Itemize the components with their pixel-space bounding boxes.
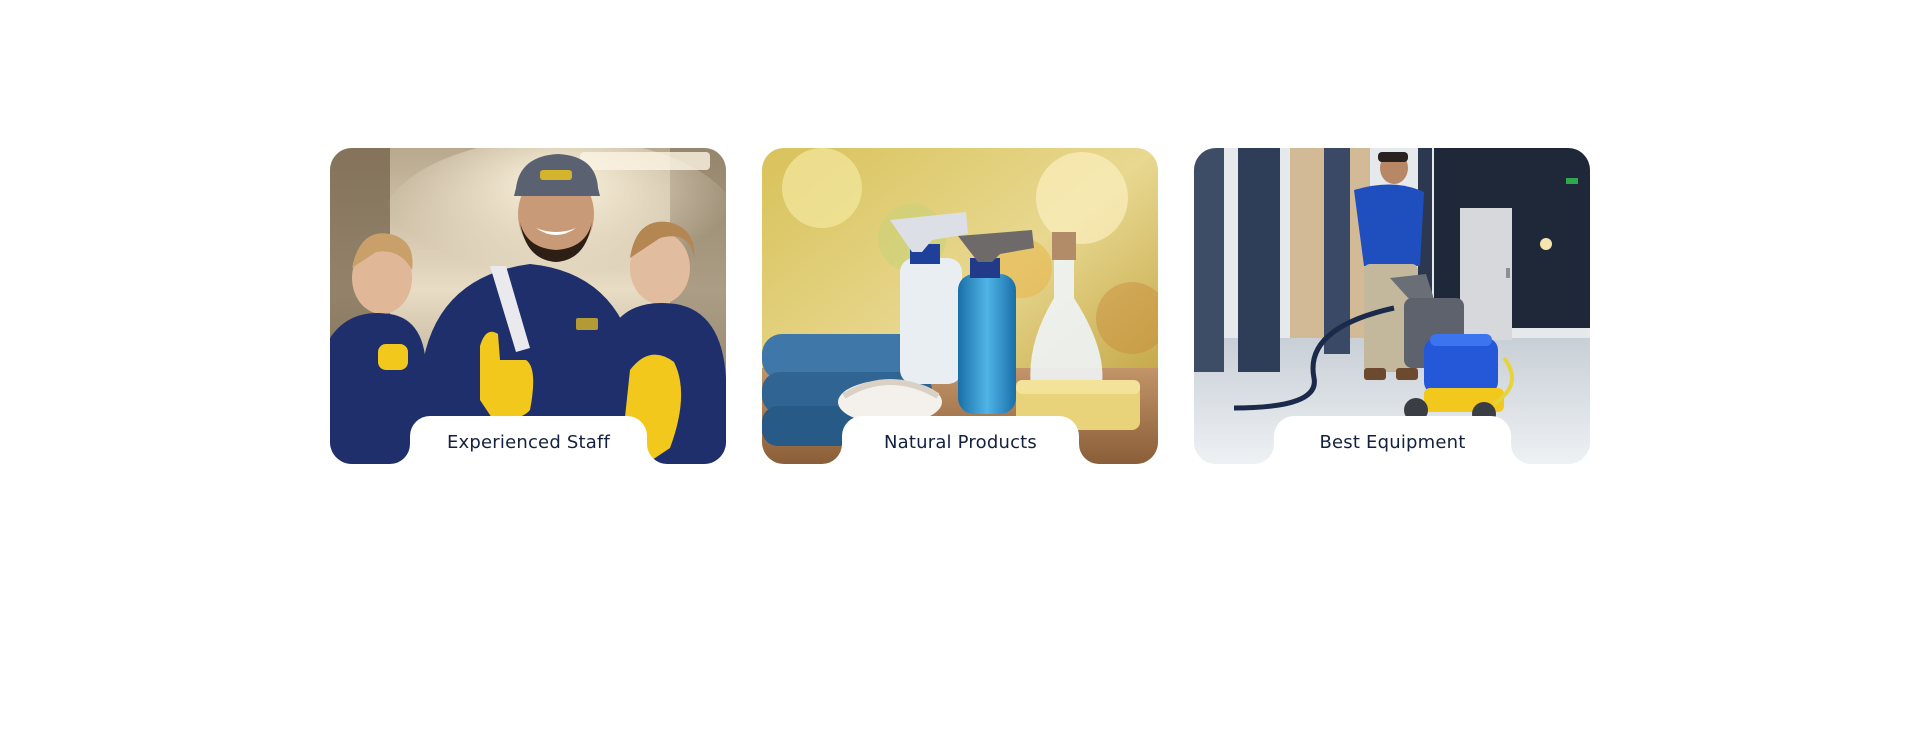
- feature-card-best-equipment[interactable]: Best Equipment: [1194, 148, 1590, 464]
- feature-caption-tab: Best Equipment: [1274, 416, 1511, 464]
- features-row: Experienced Staff Natural Products Best …: [330, 148, 1590, 464]
- feature-caption-tab: Natural Products: [842, 416, 1079, 464]
- feature-card-natural-products[interactable]: Natural Products: [762, 148, 1158, 464]
- feature-caption-best-equipment: Best Equipment: [1319, 431, 1466, 453]
- feature-caption-tab: Experienced Staff: [410, 416, 647, 464]
- feature-caption-experienced-staff: Experienced Staff: [446, 431, 611, 453]
- feature-card-experienced-staff[interactable]: Experienced Staff: [330, 148, 726, 464]
- feature-caption-natural-products: Natural Products: [883, 431, 1038, 453]
